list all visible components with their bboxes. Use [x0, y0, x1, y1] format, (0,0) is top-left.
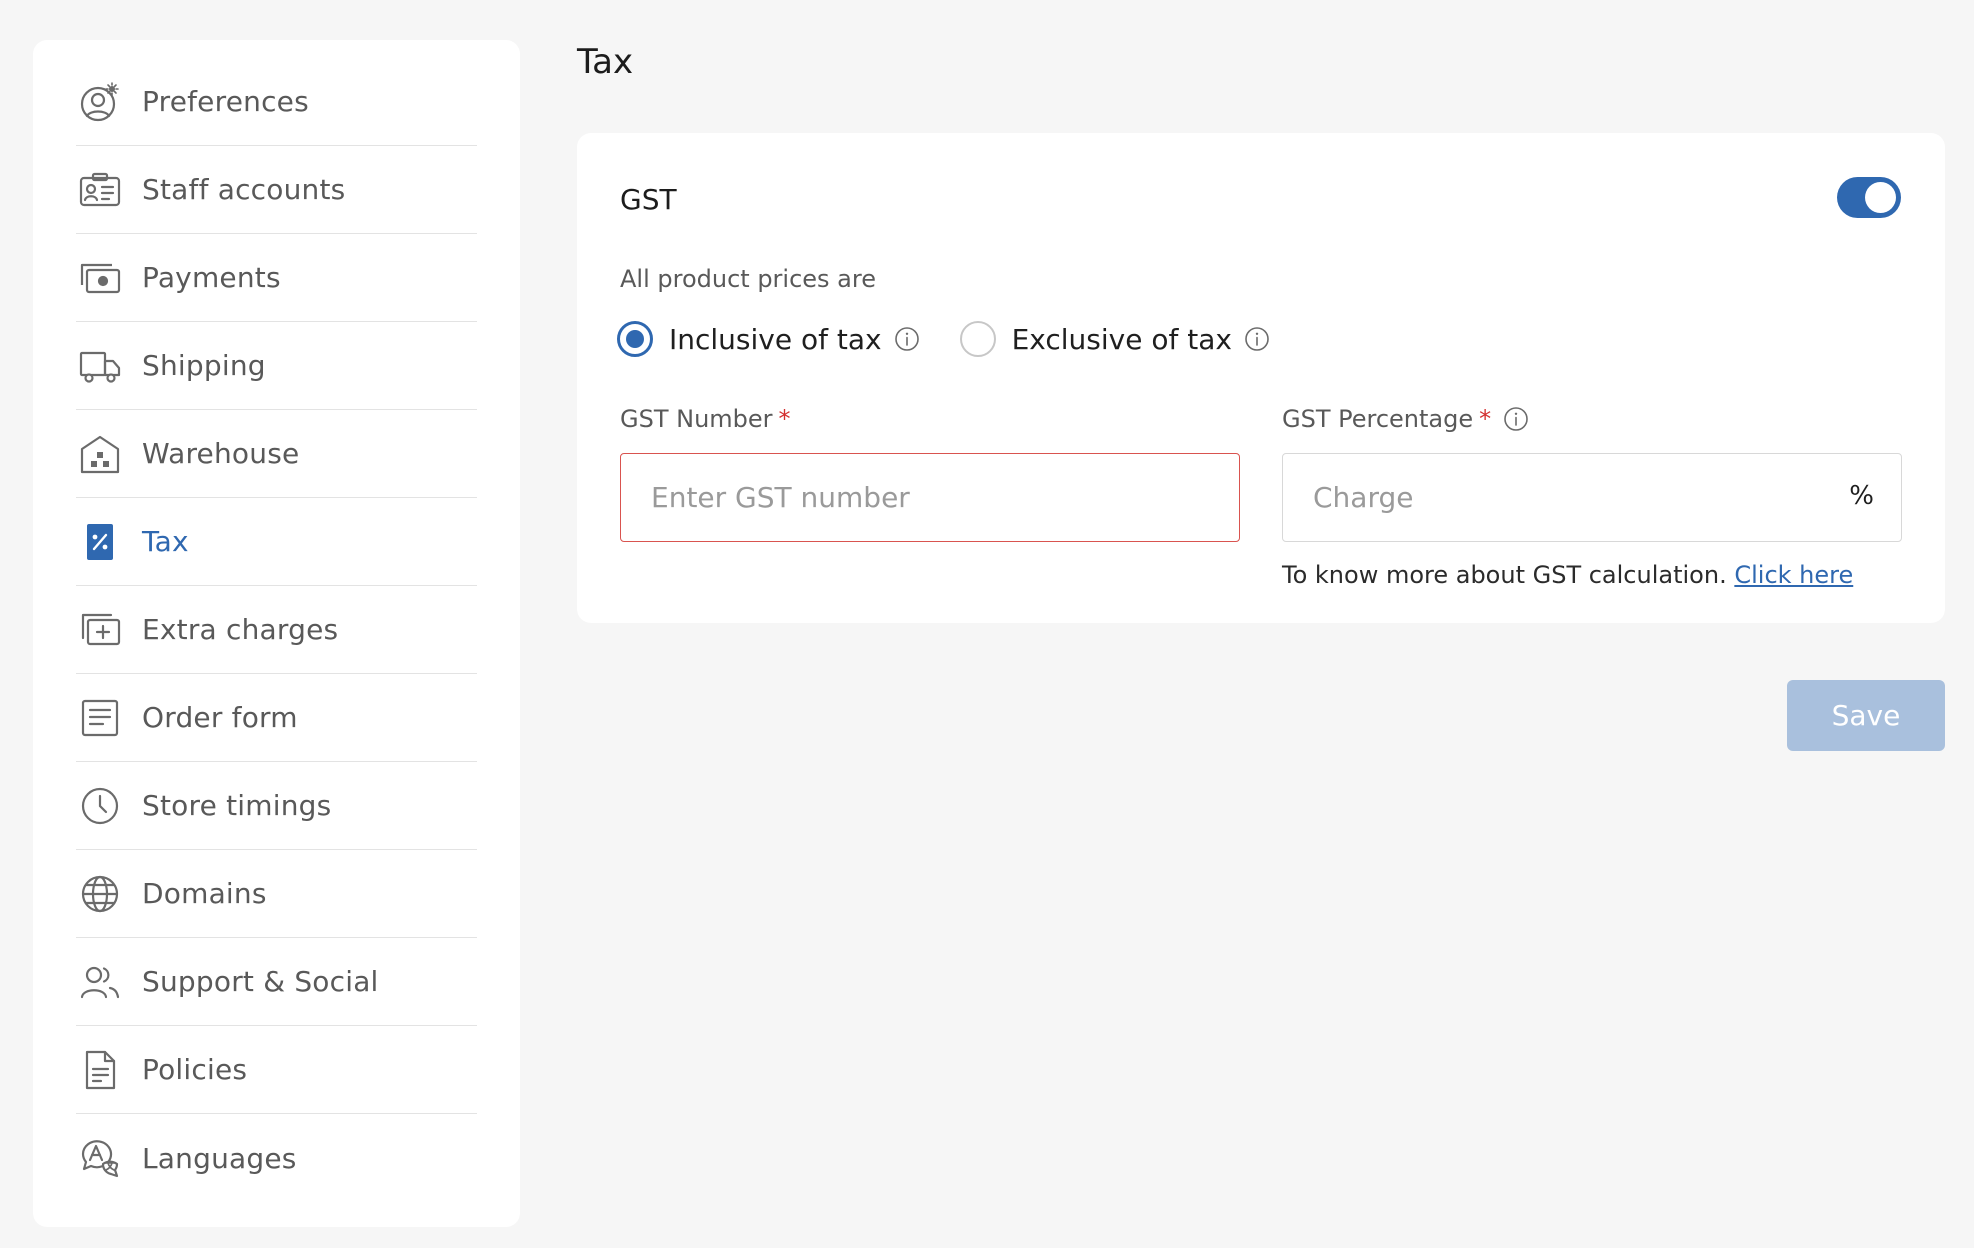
gst-settings-card: GST All product prices are Inclusive of …: [577, 133, 1945, 623]
id-card-icon: [78, 168, 122, 212]
document-icon: [78, 1048, 122, 1092]
sidebar-item-label: Store timings: [142, 789, 332, 822]
sidebar-item-payments[interactable]: Payments: [76, 234, 477, 322]
gst-percentage-label: GST Percentage *: [1282, 405, 1529, 433]
tax-mode-radio-group: Inclusive of tax Exclusive of tax: [617, 319, 1310, 359]
translate-icon: [78, 1136, 122, 1180]
info-icon[interactable]: [1244, 326, 1270, 352]
gst-help-text-body: To know more about GST calculation.: [1282, 561, 1727, 589]
required-asterisk: *: [1479, 405, 1492, 433]
sidebar-item-order-form[interactable]: Order form: [76, 674, 477, 762]
user-settings-icon: [78, 80, 122, 124]
cash-icon: [78, 256, 122, 300]
form-icon: [78, 696, 122, 740]
gst-enable-toggle[interactable]: [1837, 177, 1901, 218]
sidebar-item-label: Payments: [142, 261, 281, 294]
gst-number-label: GST Number *: [620, 405, 791, 433]
gst-section-title: GST: [620, 183, 677, 216]
prices-label: All product prices are: [620, 265, 876, 293]
add-charges-icon: [78, 608, 122, 652]
gst-number-label-text: GST Number: [620, 405, 773, 433]
gst-percentage-field: %: [1282, 453, 1902, 542]
gst-percentage-label-text: GST Percentage: [1282, 405, 1474, 433]
sidebar-item-label: Support & Social: [142, 965, 379, 998]
settings-sidebar: Preferences Staff accounts Payments Ship…: [33, 40, 520, 1227]
truck-icon: [78, 344, 122, 388]
sidebar-item-label: Warehouse: [142, 437, 300, 470]
sidebar-item-domains[interactable]: Domains: [76, 850, 477, 938]
sidebar-item-support-social[interactable]: Support & Social: [76, 938, 477, 1026]
gst-help-link[interactable]: Click here: [1734, 561, 1853, 589]
sidebar-item-languages[interactable]: Languages: [76, 1114, 477, 1202]
info-icon[interactable]: [894, 326, 920, 352]
sidebar-item-label: Extra charges: [142, 613, 339, 646]
sidebar-item-store-timings[interactable]: Store timings: [76, 762, 477, 850]
sidebar-item-label: Preferences: [142, 85, 309, 118]
inclusive-of-tax-label: Inclusive of tax: [669, 322, 882, 356]
save-button[interactable]: Save: [1787, 680, 1945, 751]
sidebar-item-warehouse[interactable]: Warehouse: [76, 410, 477, 498]
sidebar-item-label: Staff accounts: [142, 173, 346, 206]
sidebar-item-shipping[interactable]: Shipping: [76, 322, 477, 410]
sidebar-item-label: Tax: [142, 525, 189, 558]
warehouse-icon: [78, 432, 122, 476]
page-title: Tax: [577, 42, 634, 82]
sidebar-item-extra-charges[interactable]: Extra charges: [76, 586, 477, 674]
percent-tag-icon: [78, 520, 122, 564]
sidebar-item-label: Shipping: [142, 349, 266, 382]
gst-percentage-input[interactable]: [1282, 453, 1902, 542]
sidebar-item-tax[interactable]: Tax: [76, 498, 477, 586]
sidebar-item-preferences[interactable]: Preferences: [76, 58, 477, 146]
sidebar-item-policies[interactable]: Policies: [76, 1026, 477, 1114]
gst-number-input[interactable]: [620, 453, 1240, 542]
percent-suffix: %: [1849, 481, 1874, 511]
info-icon[interactable]: [1503, 406, 1529, 432]
exclusive-of-tax-option[interactable]: Exclusive of tax: [959, 321, 1270, 357]
sidebar-item-label: Order form: [142, 701, 298, 734]
exclusive-of-tax-label: Exclusive of tax: [1011, 322, 1232, 356]
required-asterisk: *: [778, 405, 791, 433]
globe-icon: [78, 872, 122, 916]
gst-help-text: To know more about GST calculation. Clic…: [1282, 561, 1853, 589]
inclusive-of-tax-radio[interactable]: [617, 321, 653, 357]
clock-icon: [78, 784, 122, 828]
users-icon: [78, 960, 122, 1004]
exclusive-of-tax-radio[interactable]: [959, 321, 996, 357]
toggle-knob: [1865, 182, 1896, 213]
sidebar-item-staff-accounts[interactable]: Staff accounts: [76, 146, 477, 234]
sidebar-item-label: Languages: [142, 1141, 297, 1175]
sidebar-item-label: Domains: [142, 877, 267, 910]
sidebar-item-label: Policies: [142, 1053, 248, 1086]
inclusive-of-tax-option[interactable]: Inclusive of tax: [617, 321, 920, 357]
